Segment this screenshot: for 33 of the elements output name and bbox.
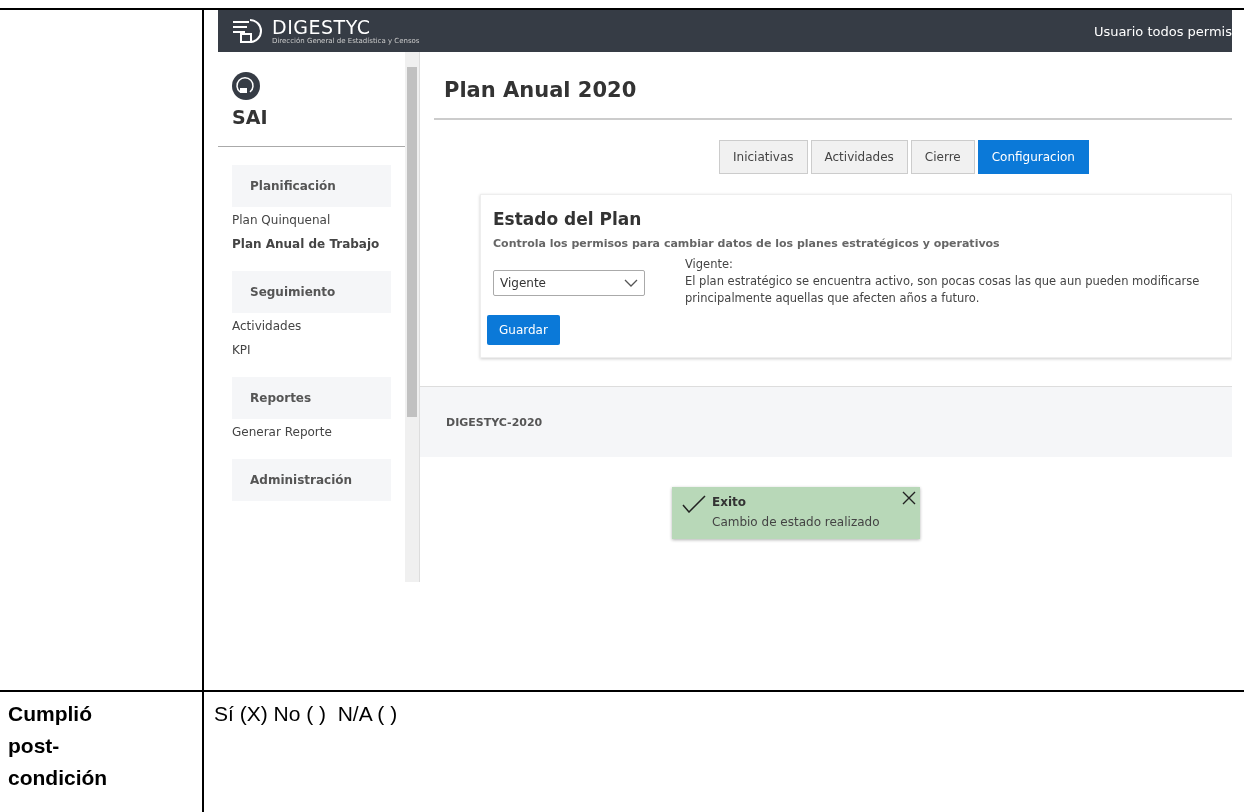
footer-text: DIGESTYC-2020	[446, 415, 543, 429]
page-title: Plan Anual 2020	[434, 52, 1232, 120]
description-title: Vigente:	[685, 256, 734, 273]
close-icon[interactable]	[902, 491, 916, 505]
sidebar-item[interactable]: Actividades	[218, 315, 316, 337]
check-icon	[682, 495, 706, 513]
sidebar-item[interactable]: KPI	[218, 339, 265, 361]
table-value: Sí (X) No ( ) N/A ( )	[213, 701, 399, 727]
sidebar-section-title: Seguimiento	[232, 271, 391, 313]
card-subtitle: Controla los permisos para cambiar datos de los planes estratégicos y operativos	[492, 237, 1001, 250]
tab[interactable]: Cierre	[910, 140, 975, 174]
save-button[interactable]: Guardar	[487, 315, 560, 345]
toast-title: Exito	[712, 495, 748, 509]
logo-text: DIGESTYC	[272, 16, 371, 37]
user-name[interactable]: Usuario todos permis	[1093, 23, 1232, 39]
sidebar-section-title: Planificación	[232, 165, 391, 207]
sidebar-section-title: Reportes	[232, 377, 391, 419]
sidebar-item[interactable]: Generar Reporte	[218, 421, 346, 443]
status-select[interactable]: Vigente	[493, 270, 645, 296]
tab[interactable]: Iniciativas	[719, 140, 808, 174]
chevron-down-icon	[624, 279, 638, 287]
sidebar-item[interactable]: Plan Anual de Trabajo	[218, 233, 394, 255]
toast-message: Cambio de estado realizado	[712, 515, 880, 529]
tab[interactable]: Actividades	[810, 140, 908, 174]
sidebar-item[interactable]: Plan Quinquenal	[218, 209, 345, 231]
sidebar-section-title: Administración	[232, 459, 391, 501]
app-name: SAI	[232, 106, 269, 128]
description-text: El plan estratégico se encuentra activo, son pocas cosas las que aun pueden modificarse principalmente aquellas que afecten años a futuro.	[685, 273, 1201, 307]
card-title: Estado del Plan	[492, 209, 643, 229]
tab[interactable]: Configuracion	[977, 140, 1089, 174]
app-logo-icon	[232, 72, 260, 100]
scrollbar[interactable]	[405, 52, 419, 582]
table-label: Cumplió post-condición	[0, 692, 204, 812]
